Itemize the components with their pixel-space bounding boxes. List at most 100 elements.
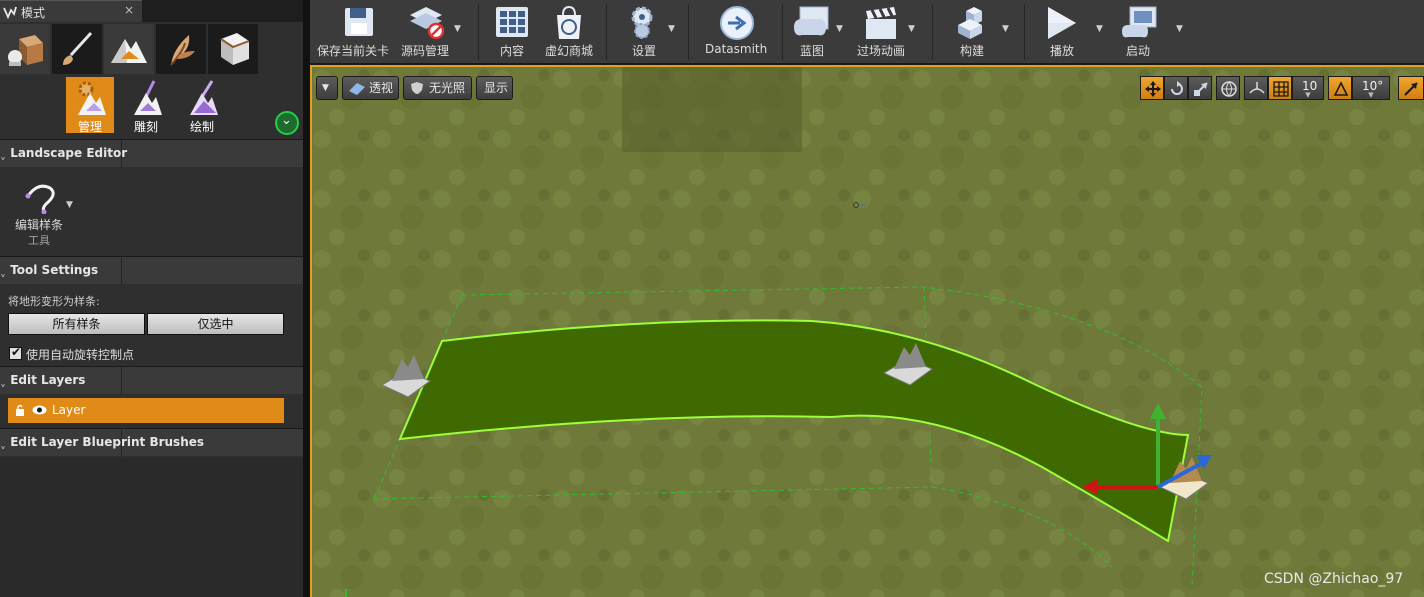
- watermark-text: CSDN @Zhichao_97: [1264, 571, 1404, 587]
- rotation-snap-toggle[interactable]: [1328, 76, 1352, 100]
- tab-close-icon[interactable]: ×: [124, 3, 134, 17]
- rotate-mode-button[interactable]: [1164, 76, 1188, 100]
- unlit-shield-icon: [411, 82, 423, 94]
- scale-mode-button[interactable]: [1188, 76, 1212, 100]
- paint-mode-button[interactable]: [52, 24, 102, 74]
- section-tool-settings[interactable]: ˬ Tool Settings: [0, 256, 303, 285]
- source-control-button[interactable]: ▼ 源码管理: [398, 0, 470, 64]
- toolbar-separator: [606, 4, 607, 60]
- modes-tab[interactable]: 模式 ×: [0, 0, 142, 22]
- edit-splines-tool-button[interactable]: ▼ 编辑样条 工具: [10, 178, 80, 248]
- auto-rotate-label: 使用自动旋转控制点: [26, 348, 135, 362]
- chevron-down-icon: ▼: [1305, 91, 1311, 99]
- marketplace-label: 虚幻商城: [545, 44, 594, 58]
- geometry-mode-button[interactable]: [208, 24, 258, 74]
- datasmith-icon: [720, 6, 754, 40]
- level-viewport[interactable]: ▼ 透视 无光照 显示 10 ▼ 10° ▼: [310, 65, 1424, 597]
- scale-snap-toggle[interactable]: [1398, 76, 1424, 100]
- globe-icon: [1221, 81, 1237, 97]
- chevron-down-icon: ▼: [322, 83, 329, 93]
- section-landscape-editor[interactable]: ˬ Landscape Editor: [0, 139, 303, 168]
- chevron-down-icon: ⌄: [281, 113, 292, 128]
- chevron-down-icon: ▼: [1368, 91, 1374, 99]
- chevron-down-icon[interactable]: ▼: [668, 24, 675, 34]
- auto-rotate-checkbox[interactable]: ✔: [9, 345, 22, 360]
- settings-button[interactable]: ▼ 设置: [616, 0, 678, 64]
- place-mode-icon: [8, 35, 43, 66]
- chevron-down-icon[interactable]: ▼: [454, 24, 461, 34]
- perspective-button[interactable]: 透视: [342, 76, 399, 100]
- foliage-mode-button[interactable]: [156, 24, 206, 74]
- expand-arrow-icon: ˬ: [0, 263, 6, 277]
- show-label: 显示: [484, 81, 509, 95]
- chevron-down-icon[interactable]: ▼: [908, 24, 915, 34]
- layer-name: Layer: [52, 403, 86, 417]
- chevron-down-icon[interactable]: ▼: [1176, 24, 1183, 34]
- scale-snap-icon: [1404, 82, 1418, 96]
- terrain-shadow: [622, 67, 802, 152]
- build-button[interactable]: ▼ 构建: [944, 0, 1014, 64]
- layer-list-item[interactable]: Layer: [8, 398, 284, 423]
- manage-gear-icon: [78, 81, 106, 115]
- tab-sculpt[interactable]: 雕刻: [122, 77, 170, 134]
- tab-manage[interactable]: 管理: [66, 77, 114, 134]
- play-button[interactable]: ▼ 播放: [1034, 0, 1106, 64]
- tab-manage-label: 管理: [77, 120, 102, 134]
- chevron-down-icon[interactable]: ▼: [1002, 24, 1009, 34]
- paint-landscape-icon: [190, 80, 218, 115]
- content-label: 内容: [500, 44, 525, 58]
- save-level-label: 保存当前关卡: [317, 44, 390, 58]
- content-button[interactable]: 内容: [488, 0, 536, 64]
- cinematics-button[interactable]: ▼ 过场动画: [854, 0, 922, 64]
- lock-icon[interactable]: [15, 404, 25, 416]
- build-blocks-icon: [958, 7, 982, 39]
- viewport-scene[interactable]: [312, 67, 1424, 597]
- save-level-button[interactable]: 保存当前关卡: [316, 0, 396, 64]
- surface-snap-button[interactable]: [1244, 76, 1268, 100]
- checkmark-icon: ✔: [11, 345, 22, 359]
- main-toolbar: 保存当前关卡 ▼ 源码管理 内容 虚幻商城 ▼ 设置 Datasmith ▼ 蓝…: [310, 0, 1424, 64]
- world-local-button[interactable]: [1216, 76, 1240, 100]
- blueprint-controller-icon: [794, 6, 829, 36]
- landscape-mode-button[interactable]: [104, 24, 154, 74]
- place-mode-button[interactable]: [0, 24, 50, 74]
- expand-arrow-icon: ˬ: [0, 146, 6, 160]
- save-floppy-icon: [345, 8, 373, 36]
- chevron-down-icon[interactable]: ▼: [836, 24, 843, 34]
- translate-mode-button[interactable]: [1140, 76, 1164, 100]
- play-triangle-icon: [1048, 7, 1076, 39]
- spline-tool-sublabel: 工具: [28, 234, 50, 247]
- panel-splitter[interactable]: [303, 0, 310, 597]
- viewport-options-button[interactable]: ▼: [316, 76, 338, 100]
- tab-paint[interactable]: 绘制: [178, 77, 226, 134]
- collapse-toggle-button[interactable]: ⌄: [275, 111, 299, 135]
- all-splines-button[interactable]: 所有样条: [8, 313, 145, 335]
- datasmith-button[interactable]: Datasmith: [702, 0, 772, 64]
- modes-panel: 模式 × 管理 雕刻 绘制 ⌄ ˬ Landscape Editor ▼ 编辑样…: [0, 0, 303, 597]
- angle-icon: [1333, 81, 1349, 96]
- grid-snap-value-button[interactable]: 10 ▼: [1292, 76, 1324, 100]
- cinematics-label: 过场动画: [857, 44, 906, 58]
- section-edit-layer-blueprint-brushes[interactable]: ˬ Edit Layer Blueprint Brushes: [0, 428, 303, 457]
- header-divider: [121, 257, 122, 285]
- section-title: Landscape Editor: [10, 146, 128, 160]
- chevron-down-icon[interactable]: ▼: [1096, 24, 1103, 34]
- grid-snap-toggle[interactable]: [1268, 76, 1292, 100]
- launch-button[interactable]: ▼ 启动: [1114, 0, 1186, 64]
- mode-toolbar: [0, 24, 303, 74]
- marketplace-button[interactable]: 虚幻商城: [542, 0, 596, 64]
- content-grid-icon: [496, 7, 528, 37]
- rotation-snap-value-button[interactable]: 10° ▼: [1352, 76, 1390, 100]
- show-button[interactable]: 显示: [476, 76, 513, 100]
- chevron-down-icon: ▼: [66, 200, 73, 210]
- blueprints-button[interactable]: ▼ 蓝图: [790, 0, 850, 64]
- section-title: Edit Layers: [10, 373, 86, 387]
- geometry-box-icon: [220, 33, 250, 65]
- selected-only-button[interactable]: 仅选中: [147, 313, 284, 335]
- source-control-icon: [410, 7, 445, 39]
- settings-label: 设置: [632, 44, 657, 58]
- section-title: Tool Settings: [10, 263, 99, 277]
- section-edit-layers[interactable]: ˬ Edit Layers: [0, 366, 303, 395]
- view-mode-button[interactable]: 无光照: [403, 76, 472, 100]
- visibility-eye-icon[interactable]: [32, 404, 47, 416]
